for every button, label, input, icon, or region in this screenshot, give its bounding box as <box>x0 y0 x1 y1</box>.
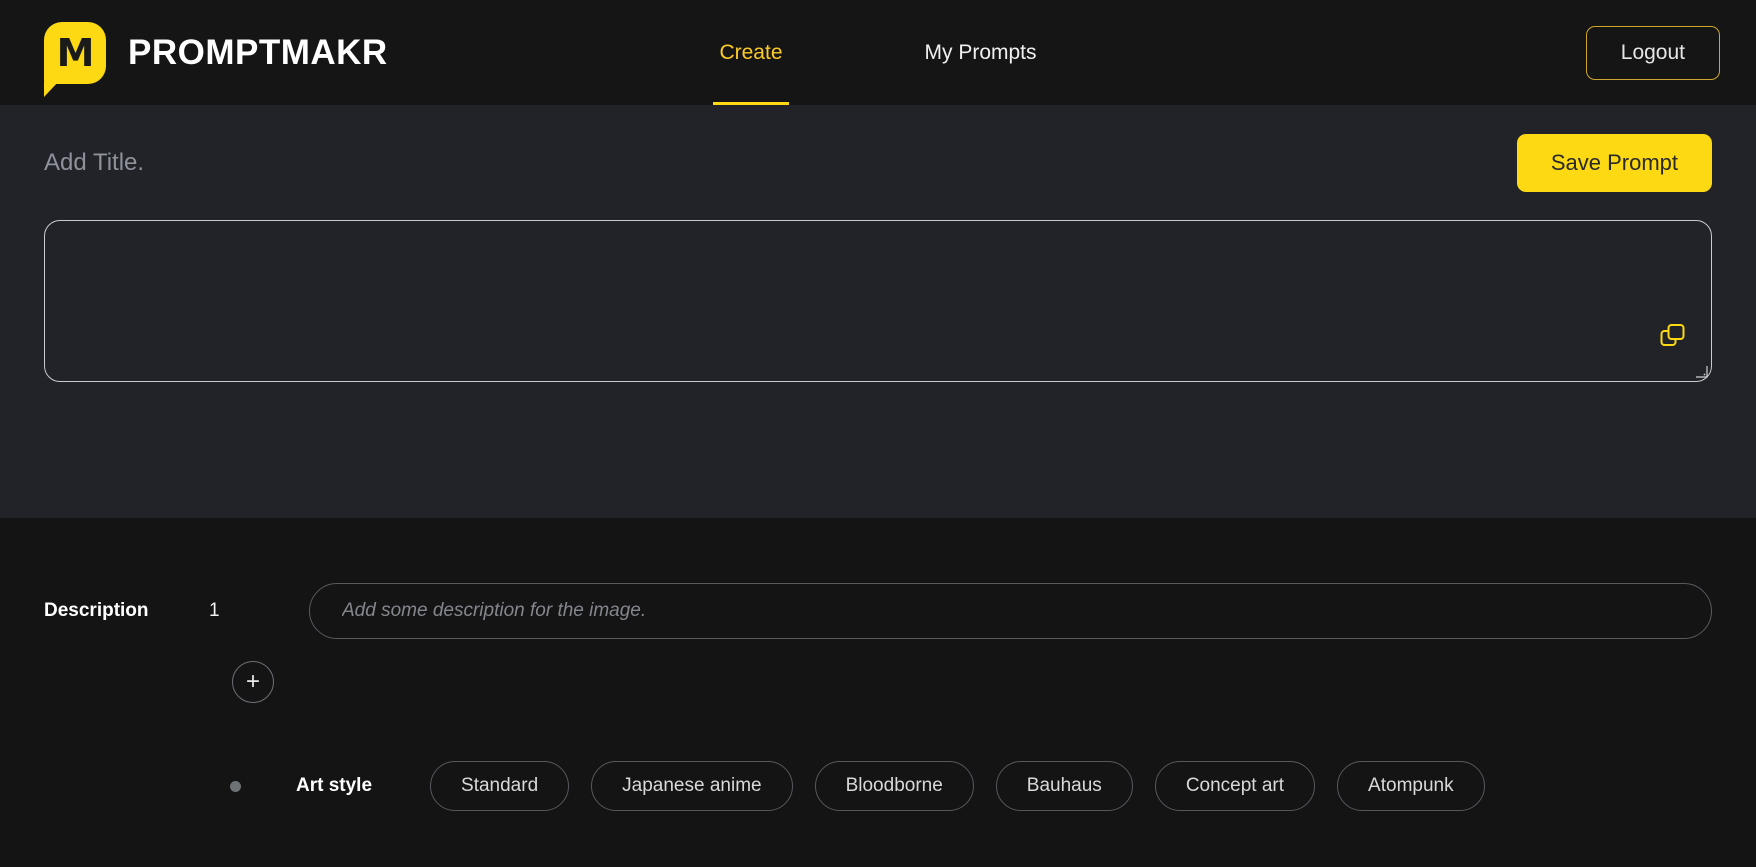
brand-name: PROMPTMAKR <box>128 33 388 73</box>
brand[interactable]: M PROMPTMAKR <box>44 22 388 84</box>
speech-bubble-logo-icon: M <box>44 22 106 84</box>
prompt-box <box>44 220 1712 382</box>
copy-icon[interactable] <box>1660 323 1686 349</box>
prompt-textarea[interactable] <box>45 221 1711 381</box>
title-input[interactable] <box>44 149 744 177</box>
logout-button[interactable]: Logout <box>1586 26 1720 80</box>
logo-letter: M <box>44 22 106 84</box>
nav-item-my-prompts-label: My Prompts <box>925 41 1037 65</box>
art-style-chip-concept-art[interactable]: Concept art <box>1155 761 1315 811</box>
art-style-bullet-icon <box>230 781 241 792</box>
title-row: Save Prompt <box>44 105 1712 220</box>
add-description-row: + <box>44 661 1712 703</box>
title-panel: Save Prompt <box>0 105 1756 518</box>
art-style-chip-bloodborne[interactable]: Bloodborne <box>815 761 974 811</box>
art-style-chip-bauhaus[interactable]: Bauhaus <box>996 761 1133 811</box>
description-label: Description <box>44 600 209 622</box>
nav-item-create-label: Create <box>719 41 782 65</box>
nav-item-create[interactable]: Create <box>713 0 788 105</box>
options-panel: Description 1 + Art style Standard Japan… <box>0 518 1756 867</box>
description-row: Description 1 <box>44 518 1712 639</box>
art-style-chip-japanese-anime[interactable]: Japanese anime <box>591 761 792 811</box>
art-style-row: Art style Standard Japanese anime Bloodb… <box>44 761 1712 811</box>
art-style-chips: Standard Japanese anime Bloodborne Bauha… <box>430 761 1485 811</box>
save-prompt-button[interactable]: Save Prompt <box>1517 134 1712 192</box>
art-style-chip-atompunk[interactable]: Atompunk <box>1337 761 1485 811</box>
add-description-button[interactable]: + <box>232 661 274 703</box>
art-style-chip-standard[interactable]: Standard <box>430 761 569 811</box>
description-index: 1 <box>209 600 309 622</box>
description-input[interactable] <box>309 583 1712 639</box>
nav-item-my-prompts[interactable]: My Prompts <box>919 0 1043 105</box>
app-header: M PROMPTMAKR Create My Prompts Logout <box>0 0 1756 105</box>
art-style-label: Art style <box>296 775 372 797</box>
app-root: M PROMPTMAKR Create My Prompts Logout Sa… <box>0 0 1756 867</box>
